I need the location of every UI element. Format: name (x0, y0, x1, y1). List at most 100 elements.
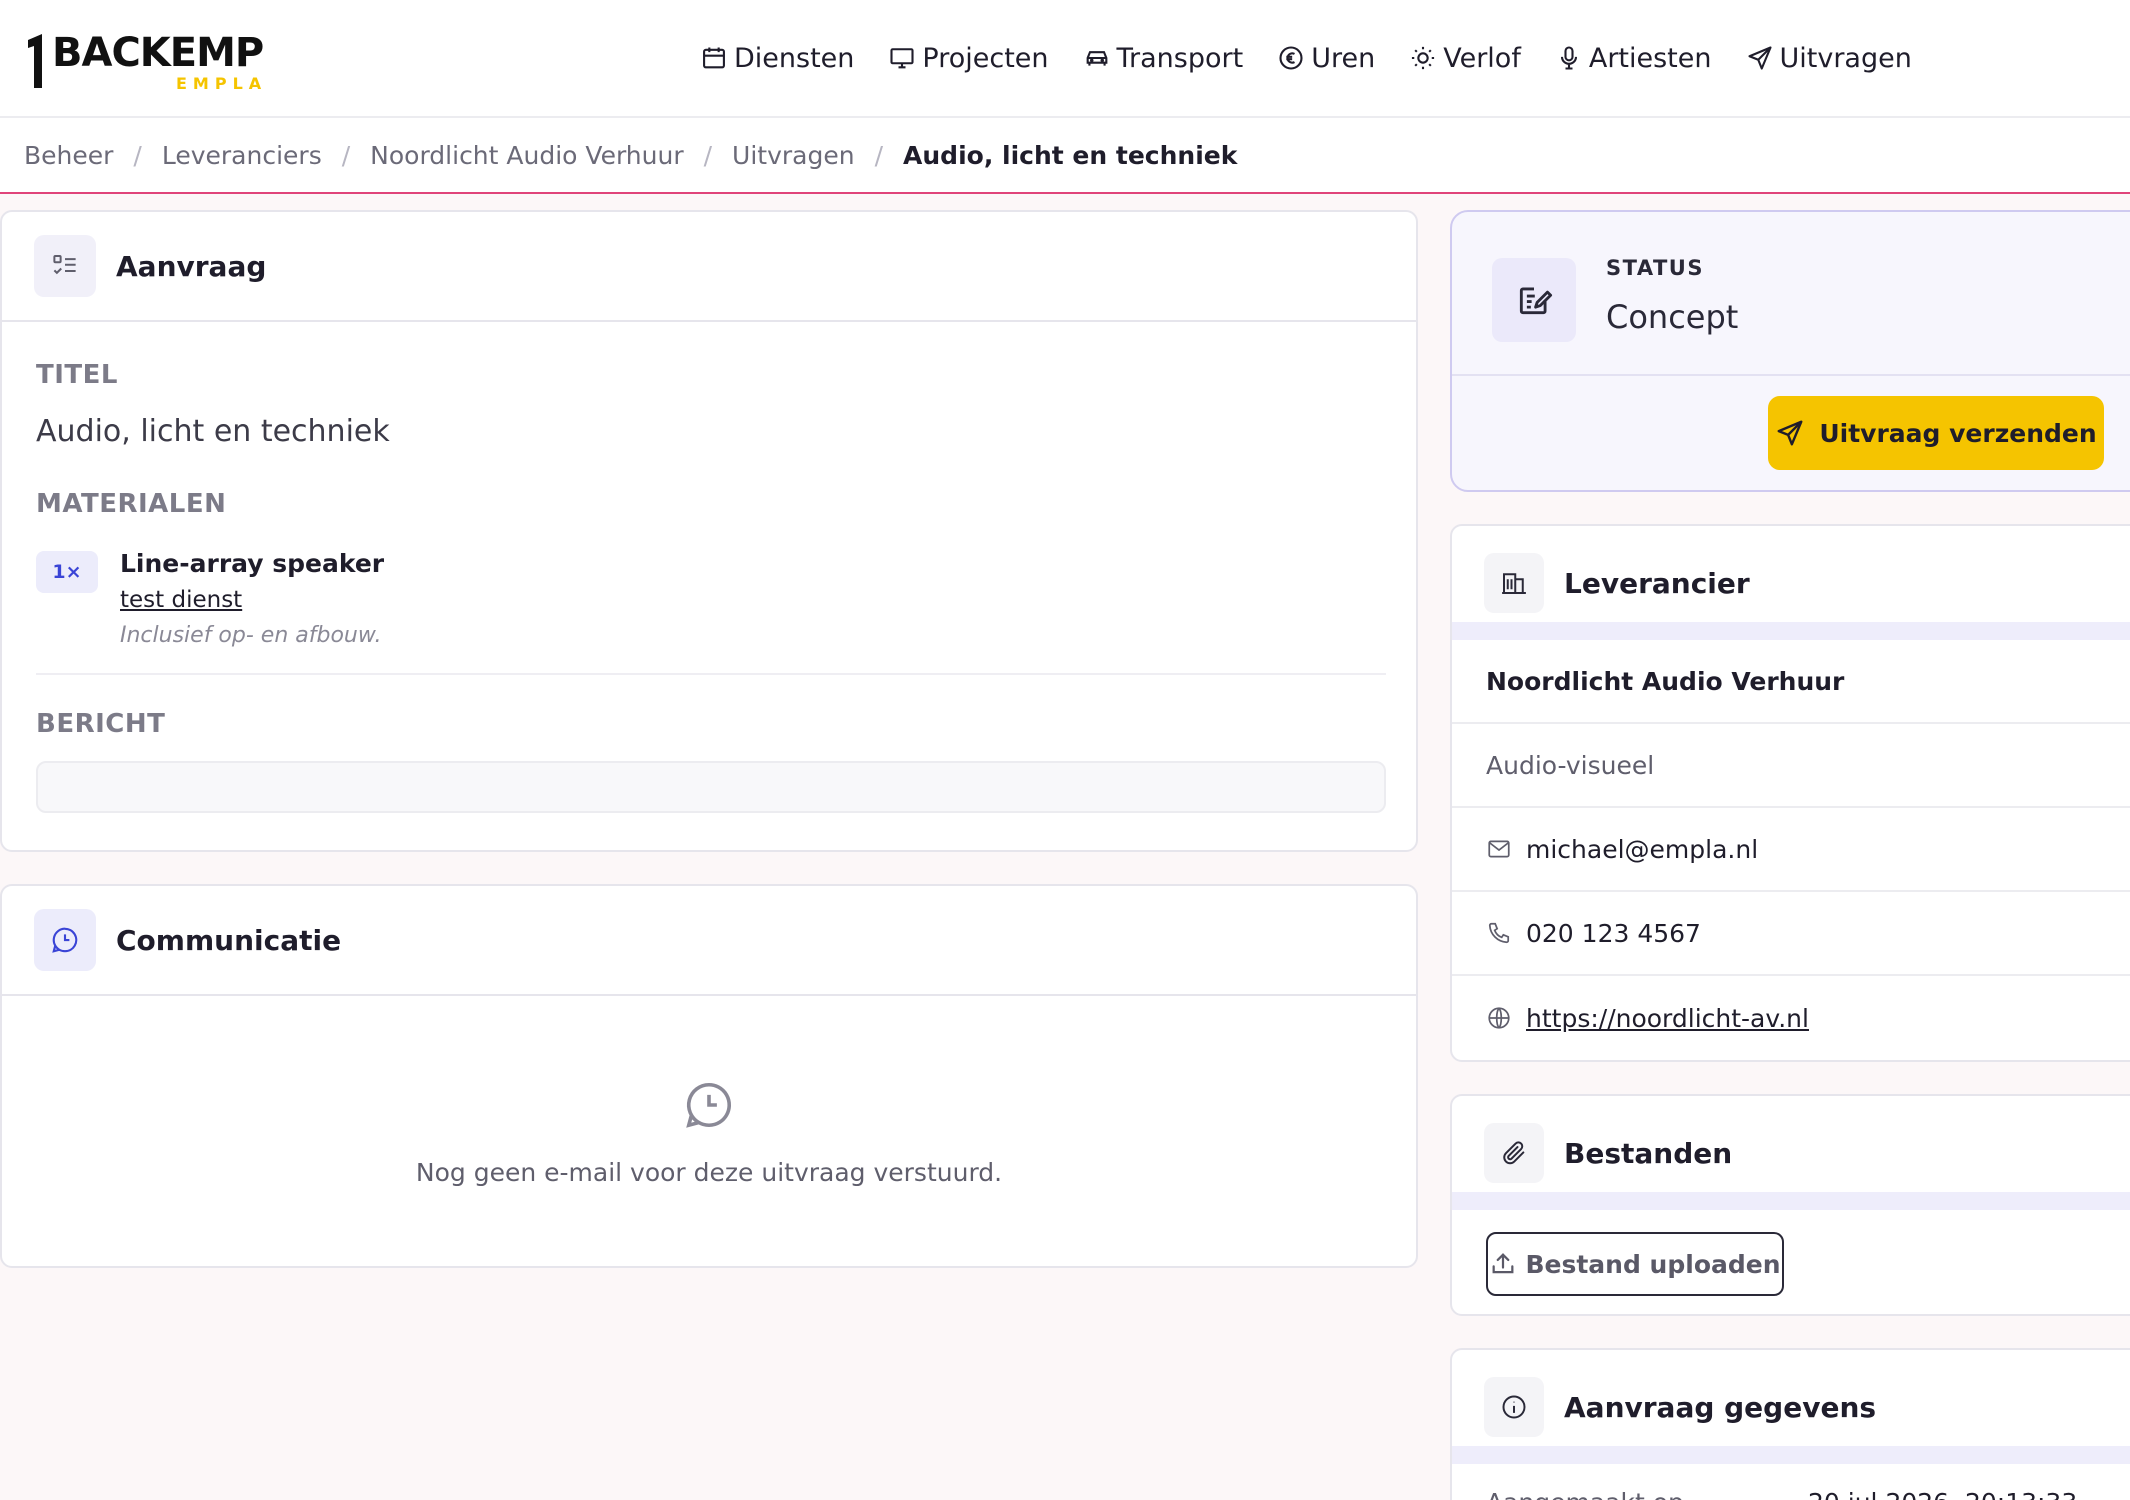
nav-item-diensten[interactable]: Diensten (700, 43, 854, 74)
gegevens-icon-box (1484, 1377, 1544, 1437)
info-icon (1502, 1395, 1526, 1419)
mail-icon (1488, 840, 1510, 858)
calendar-icon (703, 47, 725, 69)
breadcrumb: Beheer / Leveranciers / Noordlicht Audio… (0, 118, 2130, 194)
aanvraag-title: Aanvraag (116, 249, 267, 283)
material-service-link[interactable]: test dienst (120, 587, 242, 613)
bericht-field (36, 761, 1386, 813)
aanvraag-card-header: Aanvraag (2, 212, 1416, 322)
supplier-website-link[interactable]: https://noordlicht-av.nl (1526, 1004, 1809, 1033)
nav-label: Projecten (922, 42, 1049, 74)
breadcrumb-separator: / (703, 140, 713, 170)
upload-file-label: Bestand uploaden (1525, 1249, 1781, 1279)
aanvraag-gegevens-card: Aanvraag gegevens Aangemaakt op 20 jul 2… (1450, 1348, 2130, 1500)
titel-value: Audio, licht en techniek (36, 414, 390, 449)
empty-message: Nog geen e-mail voor deze uitvraag verst… (415, 1158, 1003, 1187)
leverancier-card: Leverancier Noordlicht Audio Verhuur Aud… (1450, 524, 2130, 1062)
breadcrumb-leveranciers[interactable]: Leveranciers (162, 141, 322, 170)
upload-icon (1493, 1253, 1514, 1274)
nav-label: Uitvragen (1779, 42, 1912, 74)
communicatie-card-header: Communicatie (2, 886, 1416, 996)
nav-item-uren[interactable]: Uren (1277, 43, 1375, 74)
supplier-phone-row[interactable]: 020 123 4567 (1452, 892, 2130, 976)
app-logo[interactable]: BACKEMP EMPLA (24, 30, 284, 94)
upload-file-button[interactable]: Bestand uploaden (1486, 1232, 1784, 1296)
breadcrumb-current: Audio, licht en techniek (903, 140, 1238, 170)
nav-item-uitvragen[interactable]: Uitvragen (1746, 43, 1912, 74)
breadcrumb-supplier[interactable]: Noordlicht Audio Verhuur (370, 141, 683, 170)
supplier-name-row: Noordlicht Audio Verhuur (1452, 640, 2130, 724)
paperclip-icon (1503, 1141, 1525, 1165)
supplier-email: michael@empla.nl (1526, 834, 1759, 864)
status-badge: Concept (1606, 298, 1739, 336)
globe-icon (1488, 1007, 1510, 1029)
status-card: STATUS Concept Uitvraag verzenden (1450, 210, 2130, 492)
message-clock-icon (686, 1082, 731, 1128)
nav-label: Artiesten (1588, 42, 1712, 74)
top-header: BACKEMP EMPLA Diensten Projecten Transpo… (0, 0, 2130, 118)
microphone-icon (1560, 46, 1577, 70)
gegevens-card-header: Aanvraag gegevens (1452, 1350, 2130, 1464)
material-name: Line-array speaker (120, 549, 385, 578)
created-value: 20 jul 2026, 20:13:33 (1808, 1488, 2077, 1500)
leverancier-icon-box (1484, 553, 1544, 613)
main-nav: Diensten Projecten Transport Uren Verlof (700, 36, 1946, 80)
send-icon (1747, 46, 1772, 70)
gegevens-title: Aanvraag gegevens (1564, 1390, 1877, 1424)
send-request-button[interactable]: Uitvraag verzenden (1768, 396, 2104, 470)
aanvraag-card: Aanvraag TITEL Audio, licht en techniek … (0, 210, 1418, 852)
nav-item-verlof[interactable]: Verlof (1409, 43, 1521, 74)
breadcrumb-beheer[interactable]: Beheer (24, 141, 113, 170)
message-clock-icon (52, 927, 78, 953)
checklist-icon (53, 255, 76, 275)
building-icon (1502, 573, 1526, 594)
breadcrumb-separator: / (133, 140, 142, 170)
aanvraag-body: TITEL Audio, licht en techniek MATERIALE… (36, 360, 1386, 813)
materialen-label: MATERIALEN (36, 489, 227, 519)
euro-icon (1279, 46, 1303, 70)
supplier-phone: 020 123 4567 (1526, 918, 1701, 948)
nav-label: Uren (1311, 42, 1376, 74)
monitor-icon (890, 48, 914, 69)
nav-label: Diensten (734, 42, 855, 74)
logo-text: BACKEMP (52, 30, 264, 76)
supplier-category-row: Audio-visueel (1452, 724, 2130, 808)
communicatie-icon-box (34, 909, 96, 971)
bestanden-icon-box (1484, 1123, 1544, 1183)
nav-label: Transport (1116, 42, 1244, 74)
communicatie-card: Communicatie Nog geen e-mail voor deze u… (0, 884, 1418, 1268)
created-label: Aangemaakt op (1486, 1488, 1684, 1500)
status-icon-box (1492, 258, 1576, 342)
aanvraag-icon-box (34, 235, 96, 297)
logo-subtext: EMPLA (176, 74, 268, 93)
leverancier-card-header: Leverancier (1452, 526, 2130, 640)
bestanden-title: Bestanden (1564, 1136, 1733, 1170)
leverancier-title: Leverancier (1564, 566, 1750, 600)
logo-mark-icon (28, 34, 42, 88)
communicatie-empty-state: Nog geen e-mail voor deze uitvraag verst… (2, 1078, 1416, 1187)
nav-item-artiesten[interactable]: Artiesten (1555, 43, 1712, 74)
supplier-name: Noordlicht Audio Verhuur (1486, 666, 1845, 696)
status-label: STATUS (1606, 256, 1704, 280)
bericht-label: BERICHT (36, 709, 166, 739)
phone-icon (1488, 922, 1510, 944)
send-icon (1777, 420, 1803, 446)
breadcrumb-separator: / (874, 140, 884, 170)
nav-item-projecten[interactable]: Projecten (888, 42, 1049, 74)
supplier-category: Audio-visueel (1486, 750, 1655, 780)
send-request-label: Uitvraag verzenden (1819, 418, 2097, 448)
communicatie-title: Communicatie (116, 923, 342, 957)
breadcrumb-uitvragen[interactable]: Uitvragen (732, 141, 855, 170)
supplier-email-row[interactable]: michael@empla.nl (1452, 808, 2130, 892)
car-icon (1086, 51, 1107, 66)
material-note: Inclusief op- en afbouw. (120, 623, 382, 648)
divider (36, 673, 1386, 675)
breadcrumb-separator: / (341, 140, 351, 170)
nav-item-transport[interactable]: Transport (1083, 42, 1244, 74)
nav-label: Verlof (1443, 42, 1521, 74)
list-item: 1× Line-array speaker test dienst Inclus… (36, 549, 1386, 659)
edit-document-icon (1519, 287, 1553, 315)
bestanden-card-header: Bestanden (1452, 1096, 2130, 1210)
bestanden-card: Bestanden Bestand uploaden (1450, 1094, 2130, 1316)
supplier-website-row[interactable]: https://noordlicht-av.nl (1452, 976, 2130, 1060)
